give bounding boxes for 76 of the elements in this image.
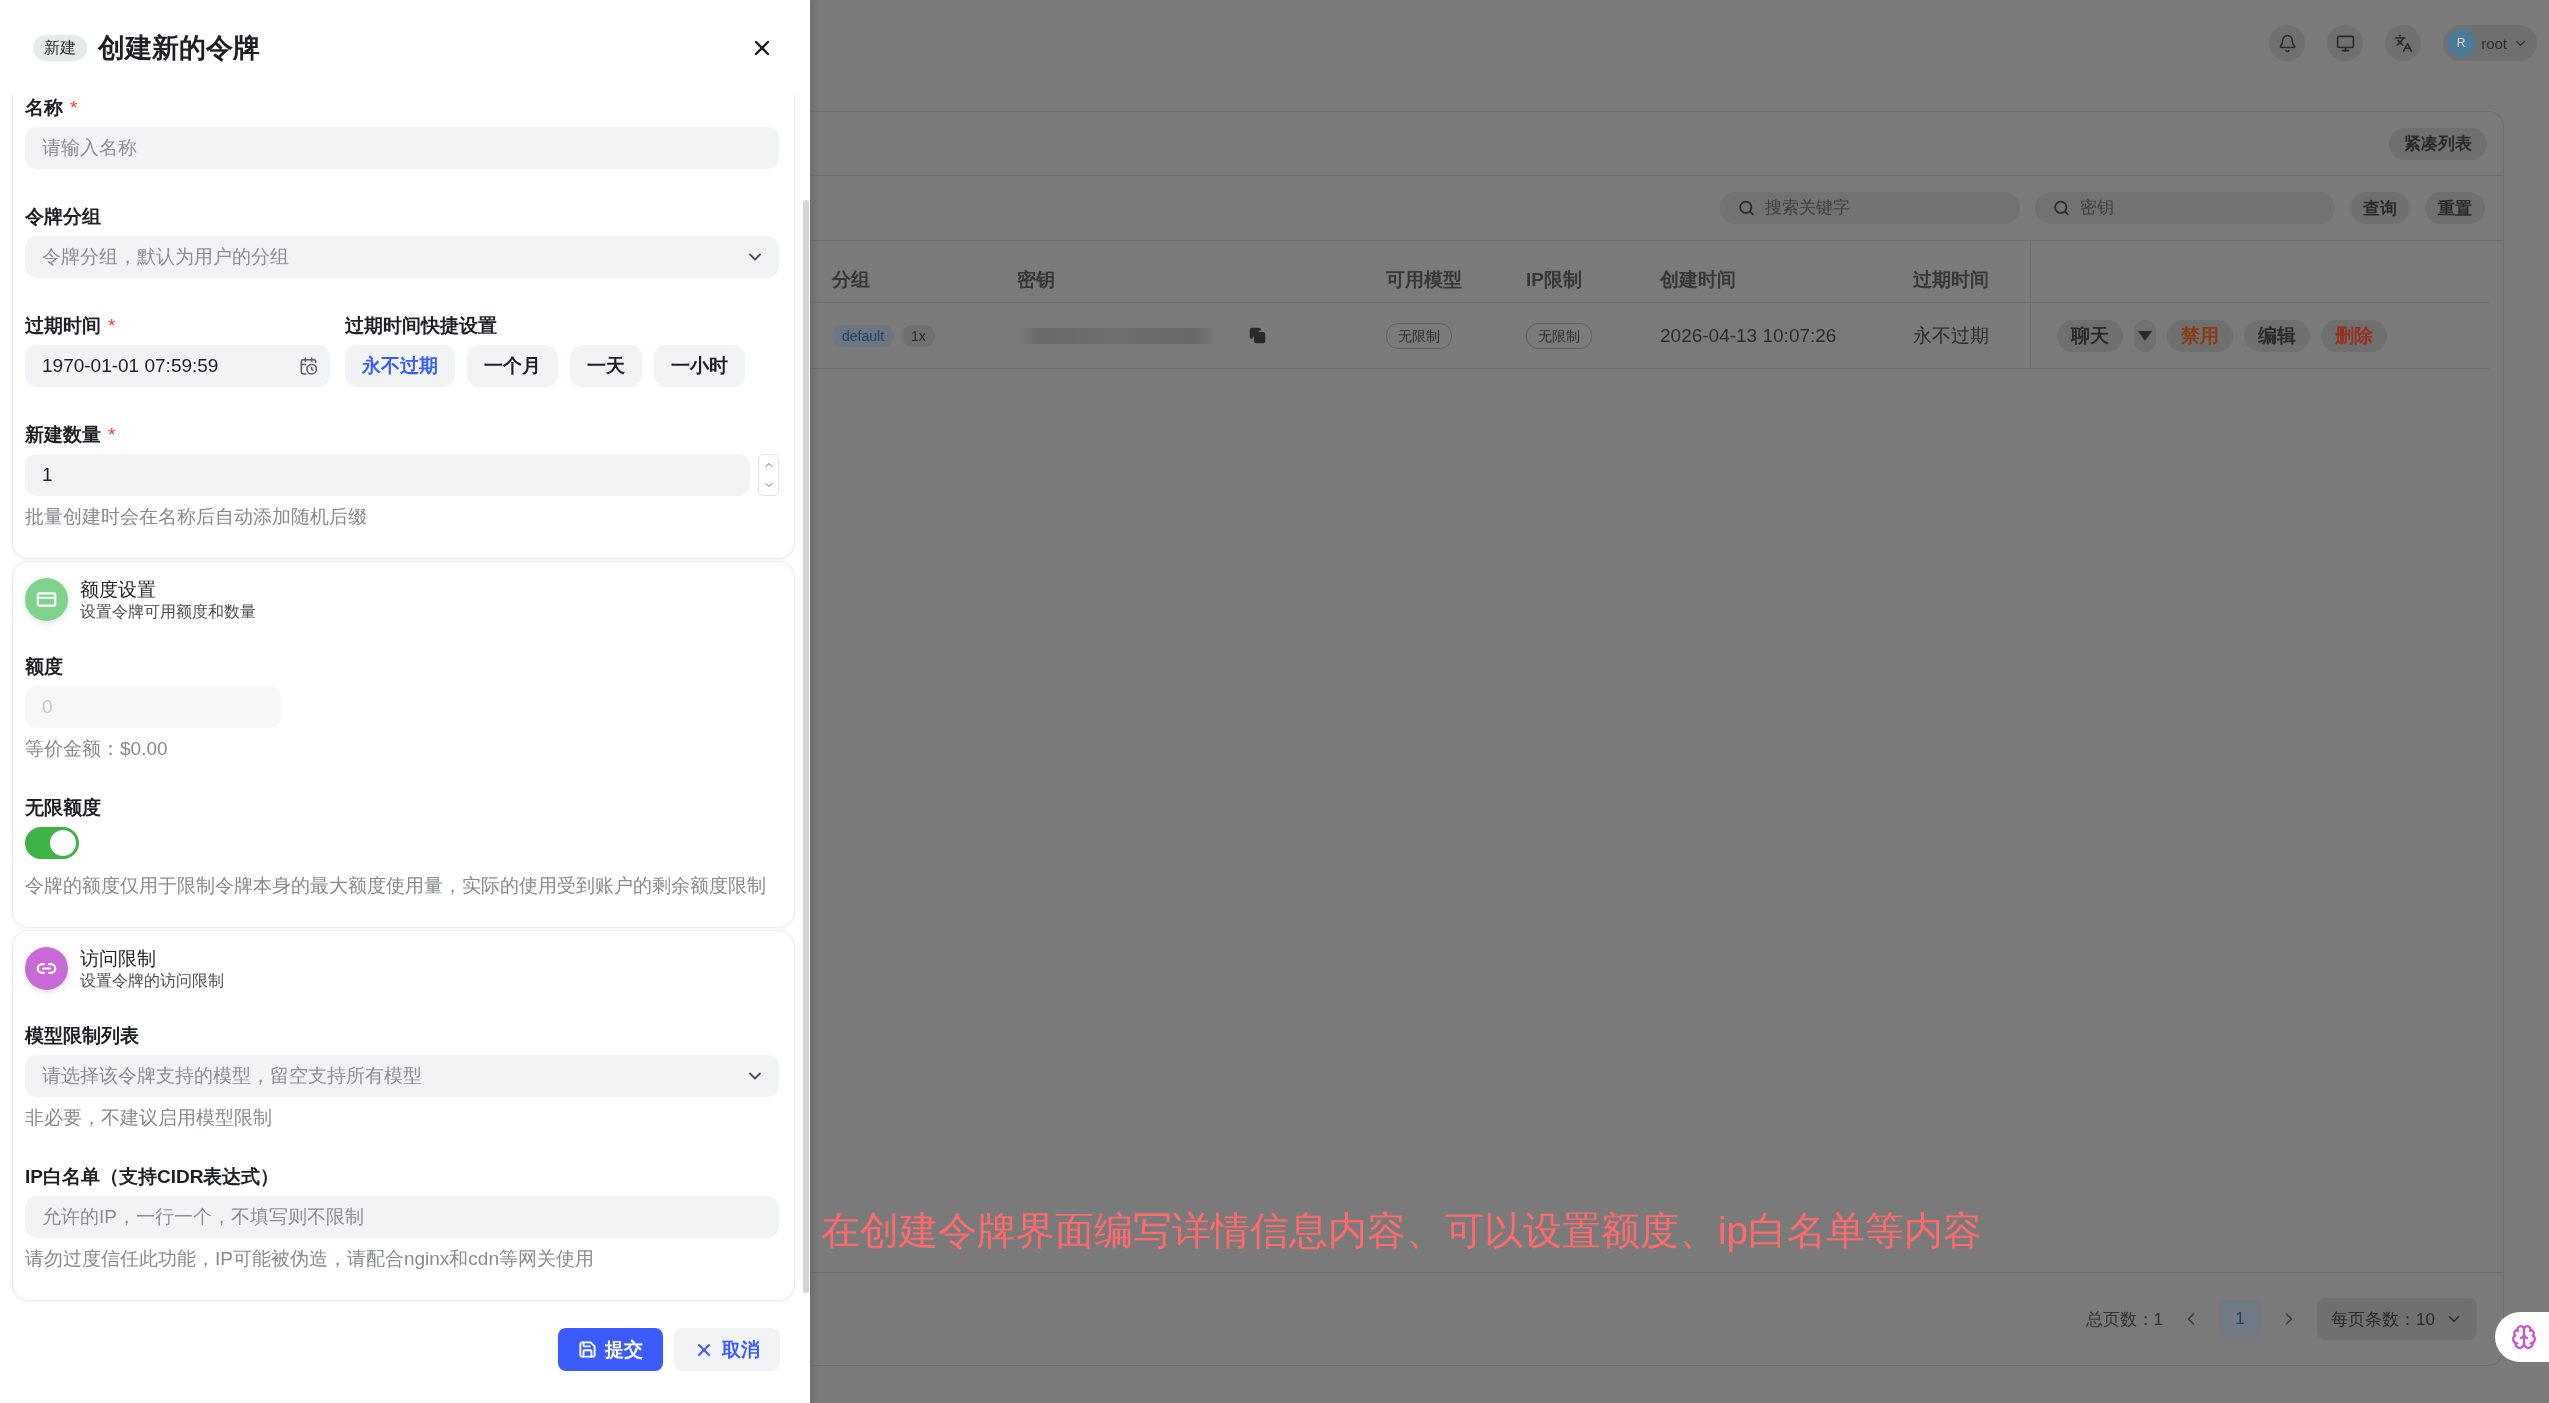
language-button[interactable] (2385, 25, 2422, 61)
help-text: 非必要，不建议启用模型限制 (25, 1106, 272, 1129)
text-input[interactable]: 请输入名称 (25, 127, 779, 169)
column-header: IP限制 (1526, 268, 1583, 292)
dropdown-button[interactable] (2134, 319, 2156, 352)
help-text: 请勿过度信任此功能，IP可能被伪造，请配合nginx和cdn等网关使用 (25, 1247, 594, 1270)
help-text: 批量创建时会在名称后自动添加随机后缀 (25, 505, 367, 528)
field-label: 额度 (25, 655, 63, 678)
disable-button[interactable]: 禁用 (2167, 319, 2233, 352)
copy-icon[interactable] (1249, 327, 1266, 344)
field-label: 模型限制列表 (25, 1024, 139, 1047)
select-field[interactable]: 请选择该令牌支持的模型，留空支持所有模型 (25, 1055, 779, 1097)
ratio-tag: 1x (902, 324, 935, 347)
section-subtitle: 设置令牌的访问限制 (80, 971, 224, 991)
user-name: root (2481, 34, 2507, 52)
quick-option-button[interactable]: 一个月 (467, 345, 558, 387)
page-size-select[interactable]: 每页条数：10 (2317, 1298, 2477, 1340)
model-limit-tag: 无限制 (1386, 322, 1452, 349)
number-spinner[interactable] (758, 454, 779, 496)
assistant-button[interactable] (2495, 1312, 2549, 1362)
field-label: 过期时间快捷设置 (345, 314, 497, 337)
group-tag: default (832, 324, 895, 347)
quick-option-button[interactable]: 一天 (570, 345, 642, 387)
query-button[interactable]: 查询 (2350, 192, 2410, 224)
quick-option-button[interactable]: 永不过期 (345, 345, 455, 387)
total-pages: 总页数：1 (2085, 1308, 2164, 1331)
edit-button[interactable]: 编辑 (2244, 319, 2310, 352)
calendar-icon[interactable] (299, 356, 318, 376)
reset-button[interactable]: 重置 (2425, 192, 2485, 224)
column-header: 可用模型 (1386, 268, 1463, 292)
column-header: 创建时间 (1660, 268, 1737, 292)
search-icon (1738, 199, 1755, 217)
save-icon (578, 1340, 597, 1359)
cancel-button[interactable]: 取消 (674, 1328, 780, 1371)
user-menu[interactable]: R root (2443, 25, 2537, 61)
ip-limit-tag: 无限制 (1526, 322, 1592, 349)
column-header: 过期时间 (1913, 268, 1990, 292)
annotation-text: 在创建令牌界面编写详情信息内容、可以设置额度、ip白名单等内容 (821, 1208, 1982, 1254)
field-label: 名称 * (25, 96, 78, 119)
select-field[interactable]: 令牌分组，默认为用户的分组 (25, 236, 779, 278)
toggle-switch[interactable] (25, 827, 79, 859)
section-title: 访问限制 (80, 947, 157, 971)
drawer-title: 创建新的令牌 (98, 31, 261, 65)
field-label: IP白名单（支持CIDR表达式） (25, 1165, 280, 1188)
monitor-icon (2335, 33, 2355, 53)
submit-button[interactable]: 提交 (558, 1328, 663, 1371)
expiry-time: 永不过期 (1913, 323, 1989, 348)
created-time: 2026-04-13 10:07:26 (1660, 324, 1837, 347)
section-subtitle: 设置令牌可用额度和数量 (80, 602, 256, 622)
translate-icon (2393, 33, 2413, 53)
search-icon (2053, 199, 2070, 217)
help-text: 令牌的额度仅用于限制令牌本身的最大额度使用量，实际的使用受到账户的剩余额度限制 (25, 874, 766, 897)
text-input[interactable]: 允许的IP，一行一个，不填写则不限制 (25, 1196, 779, 1238)
new-tag: 新建 (33, 34, 87, 61)
field-label: 无限额度 (25, 796, 101, 819)
field-label: 令牌分组 (25, 205, 101, 228)
number-input[interactable]: 1 (25, 454, 750, 496)
caret-icon (2138, 330, 2152, 341)
display-button[interactable] (2327, 25, 2364, 61)
help-text: 等价金额：$0.00 (25, 737, 168, 760)
compact-list-button[interactable]: 紧凑列表 (2389, 127, 2487, 160)
user-avatar: R (2447, 29, 2476, 57)
section-title: 额度设置 (80, 578, 157, 602)
page-button[interactable]: 1 (2219, 1300, 2262, 1338)
delete-button[interactable]: 删除 (2321, 319, 2387, 352)
column-header: 分组 (832, 268, 871, 292)
notification-button[interactable] (2269, 25, 2306, 61)
field-label: 新建数量 * (25, 423, 116, 446)
chat-button[interactable]: 聊天 (2057, 319, 2123, 352)
quick-option-button[interactable]: 一小时 (654, 345, 745, 387)
field-label: 过期时间 * (25, 314, 116, 337)
date-input[interactable]: 1970-01-01 07:59:59 (25, 345, 330, 387)
bell-icon (2277, 33, 2297, 53)
column-header: 密钥 (1017, 268, 1056, 292)
brain-icon (2511, 1324, 2537, 1350)
scrollbar-thumb[interactable] (803, 200, 809, 1293)
